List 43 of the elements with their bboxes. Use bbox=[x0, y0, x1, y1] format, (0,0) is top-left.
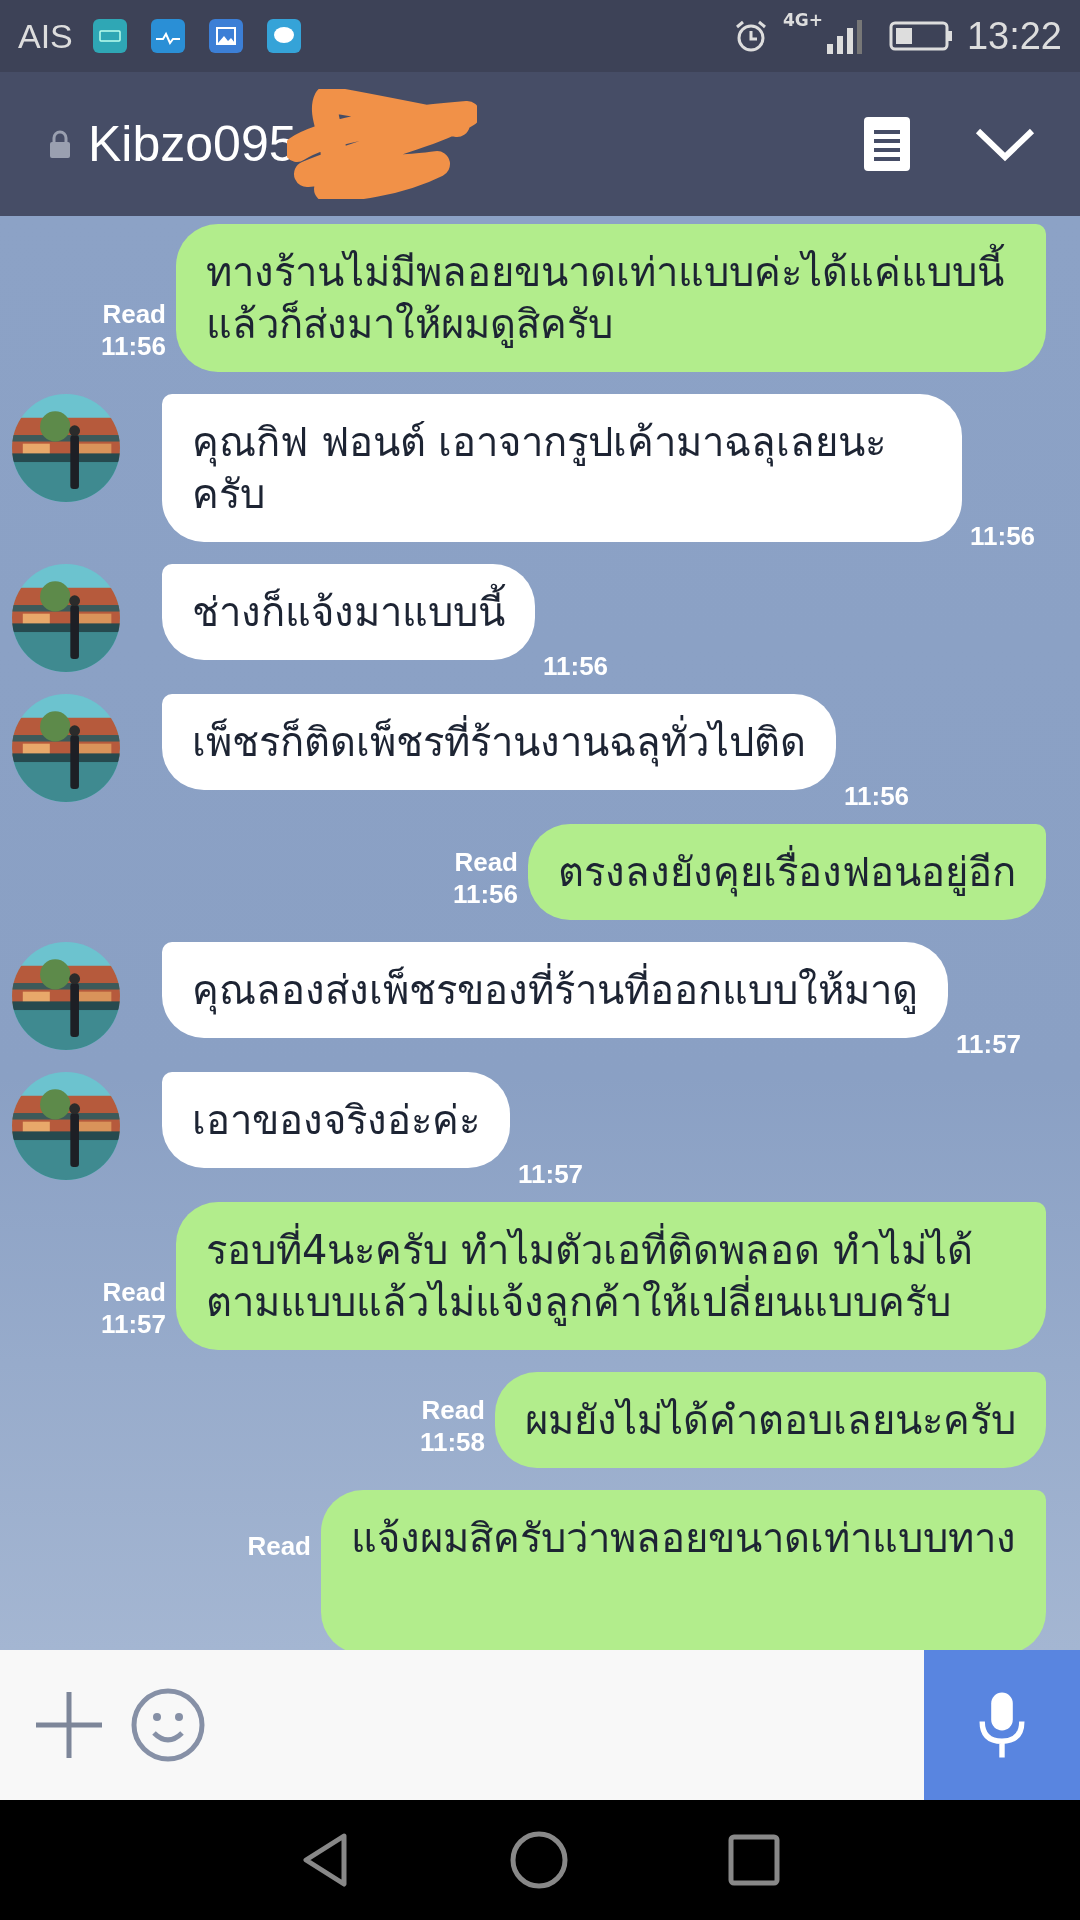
read-receipt: Read bbox=[421, 1394, 485, 1426]
message-bubble: เพ็ชรก็ติดเพ็ชรที่ร้านงานฉลุทั่วไปติด bbox=[162, 694, 836, 790]
message-time: 11:56 bbox=[543, 650, 609, 682]
read-receipt: Read bbox=[102, 298, 166, 330]
message-bubble: ตรงลงยังคุยเรื่องฟอนอยู่อีก bbox=[528, 824, 1046, 920]
message-time: 11:57 bbox=[518, 1158, 584, 1190]
chat-title: Kibzo095 bbox=[88, 115, 297, 173]
notes-icon[interactable] bbox=[864, 117, 910, 171]
app-icon bbox=[92, 19, 127, 53]
message-time: 11:56 bbox=[844, 780, 910, 812]
carrier-name: AIS bbox=[18, 16, 73, 56]
message-bubble: รอบที่4นะครับ ทำไมตัวเอที่ติดพลอด ทำไม่ได้ตามแบบแล้วไม่แจ้งลูกค้าให้เปลี่ยนแบบครับ bbox=[176, 1202, 1046, 1350]
read-receipt: Read bbox=[454, 846, 518, 878]
message-time: 11:57 bbox=[956, 1028, 1022, 1060]
message-time: 11:57 bbox=[100, 1308, 166, 1340]
message-bubble: คุณลองส่งเพ็ชรของที่ร้านที่ออกแบบให้มาดู bbox=[162, 942, 948, 1038]
microphone-button[interactable] bbox=[924, 1650, 1080, 1800]
home-icon[interactable] bbox=[510, 1831, 568, 1889]
chat-icon bbox=[266, 19, 301, 53]
message-bubble: ช่างก็แจ้งมาแบบนี้ bbox=[162, 564, 535, 660]
recents-icon[interactable] bbox=[728, 1834, 780, 1886]
plus-icon[interactable] bbox=[34, 1690, 104, 1760]
message-bubble: คุณกิฟ ฟอนต์ เอาจากรูปเค้ามาฉลุเลยนะครับ bbox=[162, 394, 962, 542]
lock-icon bbox=[48, 129, 72, 159]
battery-icon bbox=[888, 20, 953, 52]
health-icon bbox=[150, 19, 185, 53]
read-receipt: Read bbox=[102, 1276, 166, 1308]
message-bubble: แจ้งผมสิครับว่าพลอยขนาดเท่าแบบทาง bbox=[321, 1490, 1046, 1650]
chevron-down-icon[interactable] bbox=[974, 126, 1036, 162]
message-time: 11:56 bbox=[100, 330, 166, 362]
message-bubble: ทางร้านไม่มีพลอยขนาดเท่าแบบค่ะได้แค่แบบนี้แล้วก็ส่งมาให้ผมดูสิครับ bbox=[176, 224, 1046, 372]
message-time: 11:58 bbox=[419, 1426, 485, 1458]
message-time: 11:56 bbox=[452, 878, 518, 910]
read-receipt: Read bbox=[247, 1530, 311, 1562]
clock-time: 13:22 bbox=[966, 14, 1062, 58]
back-icon[interactable] bbox=[300, 1832, 350, 1888]
message-bubble: เอาของจริงอ่ะค่ะ bbox=[162, 1072, 510, 1168]
signal-icon bbox=[824, 18, 865, 54]
message-time: 11:56 bbox=[970, 520, 1036, 552]
network-type: 4G+ bbox=[782, 10, 823, 30]
message-bubble: ผมยังไม่ได้คำตอบเลยนะครับ bbox=[495, 1372, 1046, 1468]
emoji-icon[interactable] bbox=[130, 1687, 206, 1763]
gallery-icon bbox=[208, 19, 243, 53]
